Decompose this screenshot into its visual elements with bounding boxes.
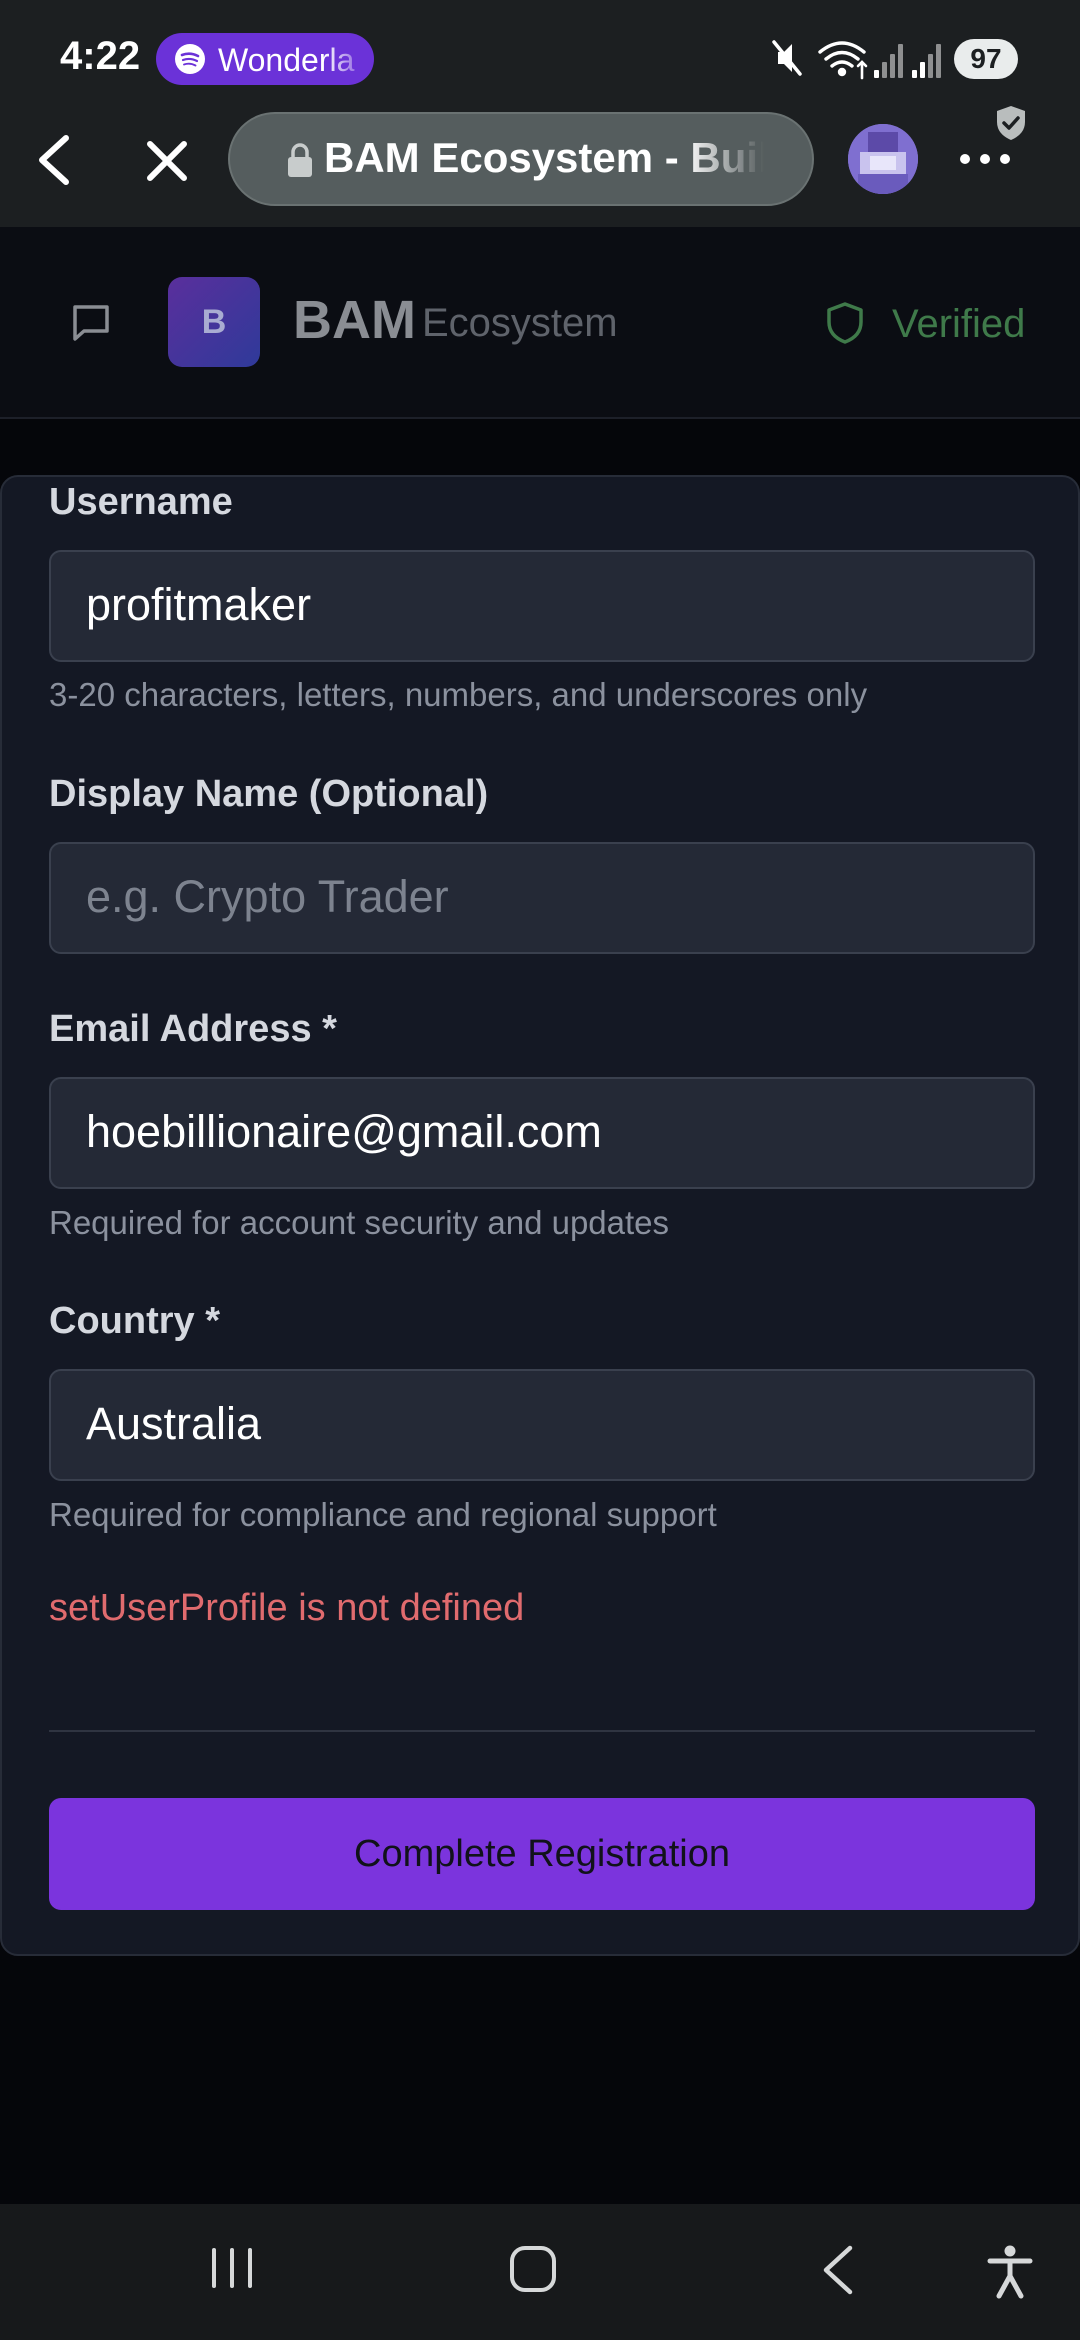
browser-toolbar: BAM Ecosystem - Build <box>0 106 1080 227</box>
media-title: Wonderla <box>218 42 355 78</box>
address-bar[interactable]: BAM Ecosystem - Build <box>228 112 814 206</box>
system-nav-bar <box>0 2204 1080 2340</box>
status-bar: 4:22 Wonderla 97 <box>0 0 1080 112</box>
accessibility-icon[interactable] <box>986 2244 1034 2300</box>
spotify-icon <box>175 44 205 74</box>
error-message: setUserProfile is not defined <box>49 1587 525 1629</box>
email-field[interactable]: hoebillionaire@gmail.com <box>49 1077 1035 1189</box>
shield-icon <box>827 302 863 344</box>
shield-badge-icon <box>997 106 1025 140</box>
logo: B <box>168 277 260 367</box>
lock-icon <box>288 143 312 177</box>
battery-indicator: 97 <box>954 39 1018 79</box>
mute-icon <box>772 40 802 76</box>
display-name-field[interactable]: e.g. Crypto Trader <box>49 842 1035 954</box>
signal-icon <box>874 44 903 78</box>
page-title: BAM Ecosystem - Build <box>324 134 764 181</box>
status-icons <box>772 40 941 80</box>
country-label: Country * <box>49 1300 220 1342</box>
username-label: Username <box>49 481 233 523</box>
username-hint: 3-20 characters, letters, numbers, and u… <box>49 676 868 713</box>
email-hint: Required for account security and update… <box>49 1204 670 1241</box>
brand-name: BAM <box>293 290 416 350</box>
country-select[interactable]: Australia <box>49 1369 1035 1481</box>
divider <box>49 1730 1035 1732</box>
brand-subtitle: Ecosystem <box>422 301 618 345</box>
avatar-image <box>848 124 918 194</box>
complete-registration-button[interactable]: Complete Registration <box>49 1798 1035 1910</box>
verified-label: Verified <box>892 302 1026 346</box>
wifi-icon <box>818 41 868 80</box>
chat-icon[interactable] <box>70 303 112 343</box>
recents-icon[interactable] <box>210 2246 254 2290</box>
email-label: Email Address * <box>49 1008 337 1050</box>
back-icon[interactable] <box>30 132 80 188</box>
close-icon[interactable] <box>144 138 190 184</box>
home-icon[interactable] <box>508 2244 558 2294</box>
media-pill[interactable]: Wonderla <box>156 33 374 85</box>
nav-back-icon[interactable] <box>820 2244 856 2296</box>
display-name-label: Display Name (Optional) <box>49 773 489 815</box>
registration-form: Username profitmaker 3-20 characters, le… <box>0 475 1080 1956</box>
country-hint: Required for compliance and regional sup… <box>49 1496 717 1533</box>
username-field[interactable]: profitmaker <box>49 550 1035 662</box>
signal-icon <box>912 44 941 78</box>
status-time: 4:22 <box>60 34 141 78</box>
more-options-icon[interactable] <box>958 152 1012 166</box>
avatar[interactable] <box>848 124 918 194</box>
app-header: B BAM Ecosystem Verified <box>0 227 1080 419</box>
